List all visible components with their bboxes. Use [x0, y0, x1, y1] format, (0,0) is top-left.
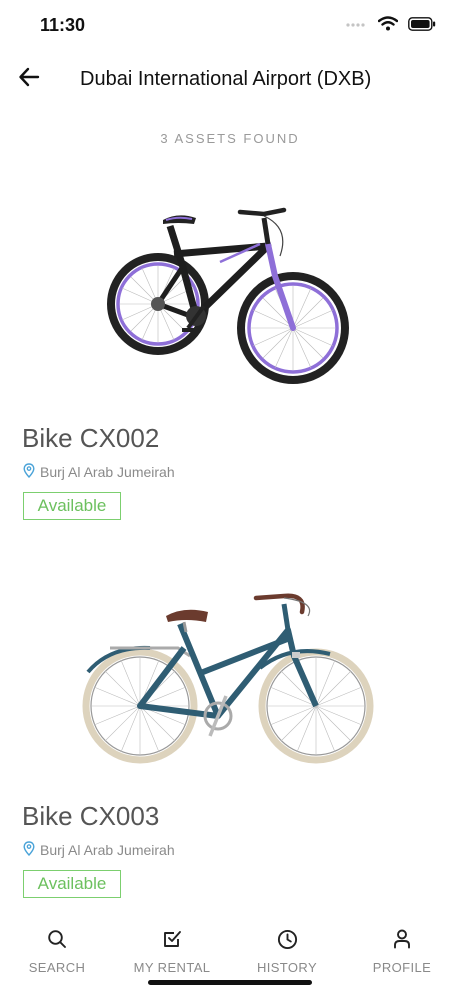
- back-button[interactable]: [14, 64, 44, 94]
- nav-label: SEARCH: [28, 960, 86, 975]
- bike-image[interactable]: [0, 178, 460, 408]
- status-icons: [346, 16, 436, 36]
- asset-location-text: Burj Al Arab Jumeirah: [40, 842, 175, 858]
- mountain-bike-image: [107, 207, 349, 384]
- home-indicator: [148, 980, 312, 985]
- nav-label: PROFILE: [372, 960, 432, 975]
- status-bar: 11:30: [0, 0, 460, 50]
- asset-location: Burj Al Arab Jumeirah: [23, 841, 175, 859]
- asset-location-text: Burj Al Arab Jumeirah: [40, 464, 175, 480]
- asset-name: Bike CX003: [22, 801, 160, 831]
- battery-icon: [408, 16, 436, 36]
- nav-item-profile[interactable]: PROFILE: [352, 926, 452, 975]
- clock-icon: [277, 926, 298, 952]
- check-square-icon: [162, 926, 182, 952]
- bike-image[interactable]: [0, 556, 460, 786]
- location-pin-icon: [23, 463, 35, 481]
- status-badge: Available: [23, 492, 121, 520]
- assets-count: 3 ASSETS FOUND: [160, 131, 300, 146]
- user-icon: [393, 926, 411, 952]
- wifi-icon: [377, 16, 399, 36]
- asset-name: Bike CX002: [22, 423, 160, 453]
- status-badge: Available: [23, 870, 121, 898]
- asset-location: Burj Al Arab Jumeirah: [23, 463, 175, 481]
- nav-label: MY RENTAL: [133, 960, 211, 975]
- header: Dubai International Airport (DXB): [0, 58, 460, 102]
- arrow-left-icon: [18, 67, 40, 92]
- nav-item-my-rental[interactable]: MY RENTAL: [122, 926, 222, 975]
- search-icon: [47, 926, 67, 952]
- signal-icon: [346, 17, 368, 35]
- page-title: Dubai International Airport (DXB): [80, 68, 372, 90]
- nav-label: HISTORY: [256, 960, 318, 975]
- bottom-nav: SEARCH MY RENTAL HISTORY PROFILE: [0, 926, 460, 986]
- location-pin-icon: [23, 841, 35, 859]
- nav-item-history[interactable]: HISTORY: [237, 926, 337, 975]
- city-bike-image: [82, 593, 374, 764]
- nav-item-search[interactable]: SEARCH: [7, 926, 107, 975]
- status-time: 11:30: [40, 15, 86, 35]
